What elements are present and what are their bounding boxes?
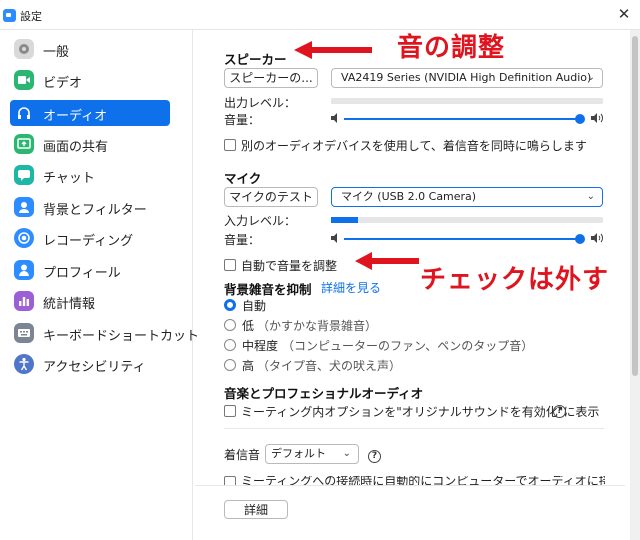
footer-divider <box>195 485 625 486</box>
settings-window: 設定 ✕ 一般 ビデオ オーディオ 画面の共有 チャット 背景とフィルター レコ… <box>0 0 640 540</box>
mic-device-value: マイク (USB 2.0 Camera) <box>341 190 477 203</box>
annotation-arrow-speaker <box>294 41 372 59</box>
noise-suppression-heading: 背景雑音を抑制 <box>224 282 312 297</box>
chevron-down-icon: ⌄ <box>586 72 595 83</box>
noise-option-high-label: 高 <box>242 359 255 373</box>
share-screen-icon <box>14 134 34 154</box>
original-sound-label: ミーティング内オプションを"オリジナルサウンドを有効化"に表示 <box>241 405 600 419</box>
speaker-heading: スピーカー <box>224 52 287 67</box>
annotation-volume-note: 音の調整 <box>397 33 506 63</box>
speaker-mute-icon <box>331 113 337 123</box>
input-level-meter <box>331 217 603 223</box>
noise-radio-low[interactable] <box>224 319 236 331</box>
keyboard-icon <box>14 323 34 343</box>
test-mic-button[interactable]: マイクのテスト <box>224 187 318 207</box>
annotation-arrow-checkbox <box>355 252 419 270</box>
ringtone-value: デフォルト <box>271 447 326 460</box>
headphones-icon <box>14 103 34 123</box>
settings-sidebar: 一般 ビデオ オーディオ 画面の共有 チャット 背景とフィルター レコーディング… <box>0 30 199 540</box>
original-sound-checkbox[interactable] <box>224 405 236 417</box>
window-title: 設定 <box>20 10 42 23</box>
noise-option-auto-label: 自動 <box>242 299 267 313</box>
separate-ringtone-label: 別のオーディオデバイスを使用して、着信音を同時に鳴らします <box>241 139 587 153</box>
sidebar-item-general[interactable]: 一般 <box>10 36 170 62</box>
sidebar-item-video[interactable]: ビデオ <box>10 67 170 93</box>
chevron-down-icon: ⌄ <box>342 448 351 459</box>
sidebar-item-accessibility[interactable]: アクセシビリティ <box>10 351 170 377</box>
bar-stats-icon <box>14 291 34 311</box>
output-level-meter <box>331 98 603 104</box>
mic-quiet-icon <box>331 233 337 243</box>
zoom-app-icon <box>3 9 16 22</box>
ringtone-help-icon[interactable]: ? <box>368 450 381 463</box>
sidebar-item-chat[interactable]: チャット <box>10 162 170 188</box>
mic-loud-icon <box>591 233 603 243</box>
output-level-label: 出力レベル： <box>224 96 297 110</box>
speaker-device-value: VA2419 Series (NVIDIA High Definition Au… <box>341 71 592 84</box>
auto-join-audio-checkbox[interactable] <box>224 476 236 485</box>
noise-option-low-label: 低 <box>242 319 255 333</box>
noise-option-high-hint: （タイプ音、犬の吠え声） <box>257 359 402 373</box>
advanced-button[interactable]: 詳細 <box>224 500 288 519</box>
sidebar-item-keyboard-shortcuts[interactable]: キーボードショートカット <box>10 320 199 346</box>
speaker-device-select[interactable]: VA2419 Series (NVIDIA High Definition Au… <box>331 68 603 88</box>
sidebar-item-share-screen[interactable]: 画面の共有 <box>10 131 170 157</box>
video-camera-icon <box>14 70 34 90</box>
section-divider <box>224 428 604 429</box>
auto-adjust-volume-label: 自動で音量を調整 <box>241 259 338 273</box>
mic-heading: マイク <box>224 171 262 186</box>
person-background-icon <box>14 197 34 217</box>
annotation-uncheck-note: チェックは外す <box>420 265 610 295</box>
speaker-loud-icon <box>591 113 603 123</box>
input-level-label: 入力レベル： <box>224 214 297 228</box>
mic-volume-handle[interactable] <box>575 234 585 244</box>
noise-detail-link[interactable]: 詳細を見る <box>321 279 381 296</box>
sidebar-item-profile[interactable]: プロフィール <box>10 257 170 283</box>
noise-radio-auto[interactable] <box>224 299 236 311</box>
mic-device-select[interactable]: マイク (USB 2.0 Camera) ⌄ <box>331 187 603 207</box>
noise-option-medium-label: 中程度 <box>242 339 279 353</box>
chevron-down-icon: ⌄ <box>586 191 595 202</box>
chat-bubble-icon <box>14 165 34 185</box>
test-speaker-button[interactable]: スピーカーの... <box>224 68 318 88</box>
noise-radio-medium[interactable] <box>224 339 236 351</box>
noise-radio-high[interactable] <box>224 359 236 371</box>
noise-option-medium-hint: （コンピューターのファン、ペンのタップ音） <box>282 339 534 353</box>
sidebar-item-recording[interactable]: レコーディング <box>10 225 170 251</box>
sidebar-item-background-filter[interactable]: 背景とフィルター <box>10 194 170 220</box>
title-bar: 設定 ✕ <box>0 0 640 30</box>
mic-volume-label: 音量： <box>224 233 261 247</box>
sidebar-item-statistics[interactable]: 統計情報 <box>10 288 170 314</box>
separate-ringtone-checkbox[interactable] <box>224 139 236 151</box>
auto-adjust-volume-checkbox[interactable] <box>224 259 236 271</box>
noise-option-low-hint: （かすかな背景雑音） <box>257 319 378 333</box>
profile-icon <box>14 260 34 280</box>
mic-volume-slider[interactable] <box>344 238 580 240</box>
speaker-volume-handle[interactable] <box>575 114 585 124</box>
sidebar-item-audio[interactable]: オーディオ <box>10 100 170 126</box>
ringtone-select[interactable]: デフォルト ⌄ <box>265 444 359 464</box>
gear-icon <box>14 39 34 59</box>
auto-join-row-clip: ミーティングへの接続時に自動的にコンピューターでオーディオに接続 <box>220 476 605 485</box>
speaker-volume-label: 音量： <box>224 113 261 127</box>
ringtone-label: 着信音 <box>224 448 261 462</box>
close-icon[interactable]: ✕ <box>616 6 632 22</box>
auto-join-audio-label: ミーティングへの接続時に自動的にコンピューターでオーディオに接続 <box>241 476 605 485</box>
accessibility-icon <box>14 354 34 374</box>
speaker-volume-slider[interactable] <box>344 118 580 120</box>
help-icon[interactable]: ? <box>553 405 566 418</box>
pro-audio-heading: 音楽とプロフェショナルオーディオ <box>224 386 424 401</box>
input-level-fill <box>331 217 359 223</box>
record-icon <box>14 228 34 248</box>
main-scrollbar-thumb[interactable] <box>632 36 638 376</box>
